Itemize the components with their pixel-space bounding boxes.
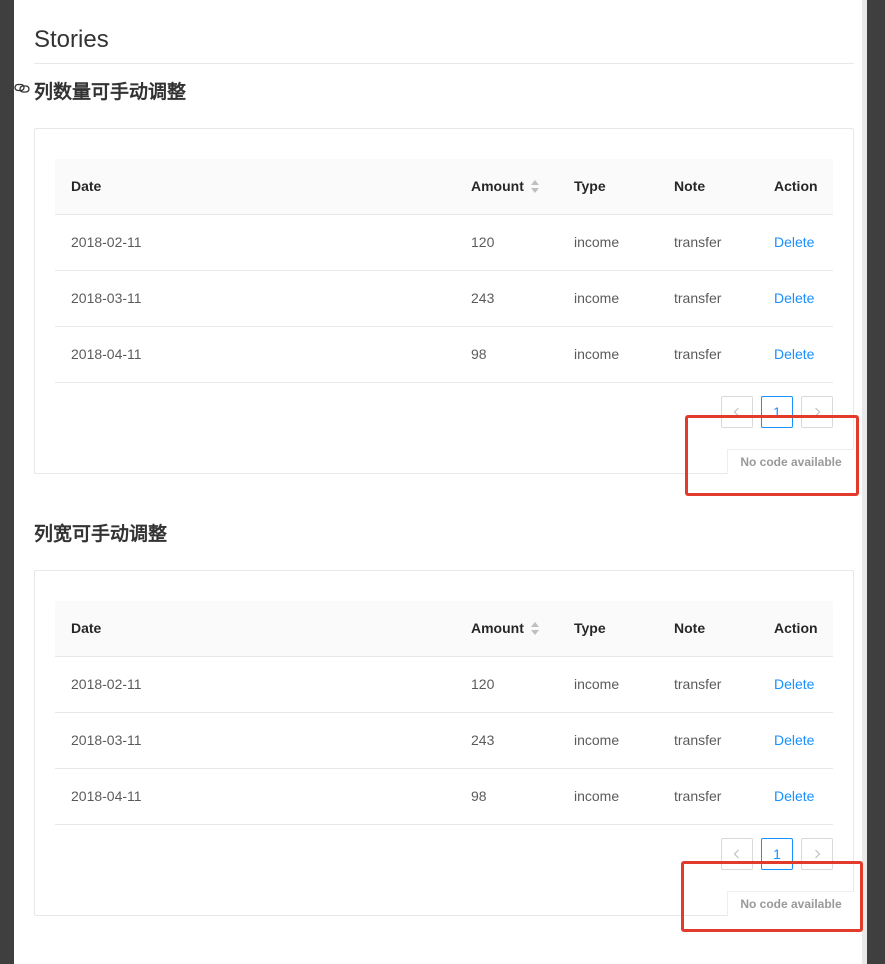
delete-link[interactable]: Delete	[774, 215, 814, 270]
column-header-amount[interactable]: Amount	[471, 159, 524, 214]
column-header-action: Action	[774, 178, 818, 194]
sort-icon[interactable]	[531, 180, 541, 194]
cell-note: transfer	[674, 732, 722, 748]
cell-type: income	[574, 290, 620, 306]
title-divider	[34, 63, 854, 64]
column-header-amount[interactable]: Amount	[471, 601, 524, 656]
cell-note: transfer	[674, 788, 722, 804]
cell-amount: 243	[471, 290, 495, 306]
delete-link[interactable]: Delete	[774, 713, 814, 768]
column-header-note: Note	[674, 178, 706, 194]
cell-date: 2018-03-11	[71, 290, 142, 306]
table-header-row: Date Amount Type Note Action	[55, 601, 833, 657]
cell-date: 2018-04-11	[71, 346, 142, 362]
section-heading-column-width: 列宽可手动调整	[34, 524, 168, 545]
cell-type: income	[574, 234, 620, 250]
cell-amount: 120	[471, 676, 495, 692]
sort-icon[interactable]	[531, 622, 541, 636]
chevron-right-icon	[815, 849, 821, 859]
section-heading-column-count: 列数量可手动调整	[34, 82, 187, 103]
highlight-annotation-box	[685, 415, 859, 496]
column-header-type: Type	[574, 178, 606, 194]
cell-note: transfer	[674, 234, 722, 250]
column-header-date: Date	[71, 178, 102, 194]
cell-amount: 98	[471, 346, 487, 362]
cell-type: income	[574, 346, 620, 362]
column-header-date: Date	[71, 620, 102, 636]
cell-type: income	[574, 732, 620, 748]
table-row: 2018-04-11 98 income transfer Delete	[55, 327, 833, 383]
cell-amount: 243	[471, 732, 495, 748]
data-table: Date Amount Type Note Action 2018-02-11 …	[55, 159, 833, 383]
cell-note: transfer	[674, 346, 722, 362]
column-header-action: Action	[774, 620, 818, 636]
delete-link[interactable]: Delete	[774, 657, 814, 712]
cell-date: 2018-03-11	[71, 732, 142, 748]
delete-link[interactable]: Delete	[774, 769, 814, 824]
table-row: 2018-03-11 243 income transfer Delete	[55, 713, 833, 769]
cell-note: transfer	[674, 290, 722, 306]
table-row: 2018-02-11 120 income transfer Delete	[55, 215, 833, 271]
cell-amount: 120	[471, 234, 495, 250]
table-row: 2018-04-11 98 income transfer Delete	[55, 769, 833, 825]
delete-link[interactable]: Delete	[774, 327, 814, 382]
table-row: 2018-02-11 120 income transfer Delete	[55, 657, 833, 713]
data-table: Date Amount Type Note Action 2018-02-11 …	[55, 601, 833, 825]
cell-date: 2018-02-11	[71, 234, 142, 250]
delete-link[interactable]: Delete	[774, 271, 814, 326]
cell-type: income	[574, 788, 620, 804]
link-icon[interactable]	[14, 81, 32, 95]
table-header-row: Date Amount Type Note Action	[55, 159, 833, 215]
column-header-note: Note	[674, 620, 706, 636]
cell-type: income	[574, 676, 620, 692]
column-header-type: Type	[574, 620, 606, 636]
cell-note: transfer	[674, 676, 722, 692]
table-row: 2018-03-11 243 income transfer Delete	[55, 271, 833, 327]
window-frame-left	[0, 0, 14, 964]
cell-amount: 98	[471, 788, 487, 804]
page-title: Stories	[34, 26, 109, 53]
window-frame-right	[867, 0, 885, 964]
cell-date: 2018-04-11	[71, 788, 142, 804]
chevron-left-icon	[733, 849, 739, 859]
cell-date: 2018-02-11	[71, 676, 142, 692]
highlight-annotation-box	[681, 861, 863, 932]
